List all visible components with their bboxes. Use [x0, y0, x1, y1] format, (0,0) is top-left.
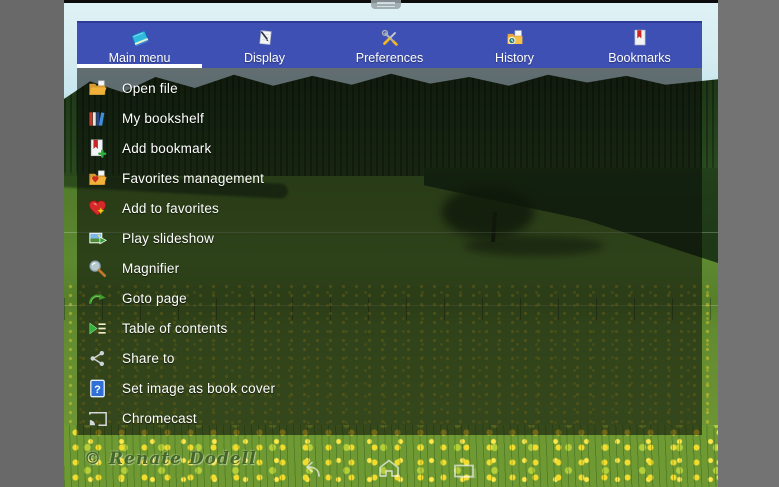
tab-display[interactable]: Display: [202, 23, 327, 68]
main-menu-panel: Open file My bookshelf Ad: [77, 68, 702, 435]
menu-item-label: Table of contents: [122, 321, 227, 336]
toc-icon: [86, 317, 109, 340]
history-folder-icon: [503, 27, 527, 49]
menu-item-label: Add bookmark: [122, 141, 211, 156]
menu-item-label: Share to: [122, 351, 175, 366]
letterbox-left: [0, 0, 64, 487]
recents-icon[interactable]: [452, 463, 478, 484]
menu-item-label: Open file: [122, 81, 178, 96]
tab-label: Bookmarks: [608, 52, 671, 65]
menu-item-label: Chromecast: [122, 411, 197, 426]
menu-item-goto-page[interactable]: Goto page: [77, 283, 702, 313]
note-edit-icon: [253, 27, 277, 49]
tab-preferences[interactable]: Preferences: [327, 23, 452, 68]
share-icon: [86, 347, 109, 370]
menu-item-table-of-contents[interactable]: Table of contents: [77, 313, 702, 343]
tab-history[interactable]: History: [452, 23, 577, 68]
menu-item-play-slideshow[interactable]: Play slideshow: [77, 224, 702, 254]
book-cover-icon: ?: [86, 377, 109, 400]
heart-sparkle-icon: [86, 197, 109, 220]
add-bookmark-icon: [86, 137, 109, 160]
home-icon[interactable]: [376, 457, 402, 484]
letterbox-right: [718, 0, 779, 487]
favorites-folder-icon: [86, 167, 109, 190]
tab-main-menu[interactable]: Main menu: [77, 23, 202, 68]
magnifier-icon: [86, 257, 109, 280]
tab-bookmarks[interactable]: Bookmarks: [577, 23, 702, 68]
menu-item-label: Play slideshow: [122, 231, 214, 246]
menu-item-set-image-as-book-cover[interactable]: ? Set image as book cover: [77, 373, 702, 403]
menu-tab-bar: Main menu Display: [77, 21, 702, 68]
tools-icon: [378, 27, 402, 49]
tab-label: Main menu: [109, 52, 171, 65]
slideshow-icon: [86, 227, 109, 250]
menu-item-label: My bookshelf: [122, 111, 204, 126]
tab-label: History: [495, 52, 534, 65]
menu-item-magnifier[interactable]: Magnifier: [77, 254, 702, 284]
menu-item-open-file[interactable]: Open file: [77, 74, 702, 104]
goto-arrow-icon: [86, 287, 109, 310]
menu-item-label: Goto page: [122, 291, 187, 306]
menu-item-label: Set image as book cover: [122, 381, 275, 396]
book-icon: [128, 27, 152, 49]
back-icon[interactable]: [297, 459, 325, 484]
tab-label: Display: [244, 52, 285, 65]
menu-item-chromecast[interactable]: Chromecast: [77, 403, 702, 433]
menu-item-add-bookmark[interactable]: Add bookmark: [77, 134, 702, 164]
svg-text:?: ?: [94, 383, 101, 395]
tab-label: Preferences: [356, 52, 423, 65]
bookmark-icon: [628, 27, 652, 49]
menu-item-label: Favorites management: [122, 171, 264, 186]
menu-item-share-to[interactable]: Share to: [77, 343, 702, 373]
screen: Main menu Display: [0, 0, 779, 487]
menu-item-add-to-favorites[interactable]: Add to favorites: [77, 194, 702, 224]
statusbar-pull-handle-icon[interactable]: [371, 0, 401, 9]
open-folder-icon: [86, 77, 109, 100]
menu-item-label: Add to favorites: [122, 201, 219, 216]
cast-icon: [86, 407, 109, 430]
menu-item-favorites-management[interactable]: Favorites management: [77, 164, 702, 194]
menu-item-my-bookshelf[interactable]: My bookshelf: [77, 104, 702, 134]
menu-item-label: Magnifier: [122, 261, 179, 276]
bookshelf-icon: [86, 107, 109, 130]
photo-watermark: © Renate Dodell: [84, 449, 257, 469]
